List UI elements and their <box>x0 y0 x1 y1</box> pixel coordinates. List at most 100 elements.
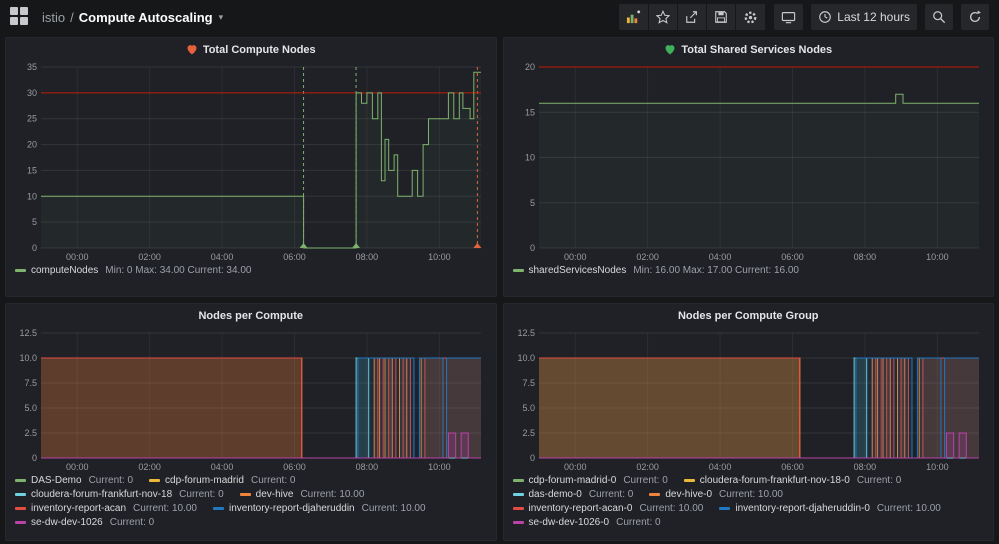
panel-title: Total Shared Services Nodes <box>681 44 832 56</box>
legend-stats: Current: 0 <box>857 475 901 486</box>
panel-title-bar[interactable]: Nodes per Compute <box>11 306 491 326</box>
legend-stats: Current: 0 <box>179 489 223 500</box>
svg-text:2.5: 2.5 <box>24 428 37 438</box>
dashboard-title: Compute Autoscaling <box>79 10 213 25</box>
panel-title: Total Compute Nodes <box>203 44 316 56</box>
refresh-button[interactable] <box>961 4 989 30</box>
legend-item[interactable]: inventory-report-djaheruddin Current: 10.… <box>213 502 426 516</box>
legend-item[interactable]: se-dw-dev-1026Current: 0 <box>15 516 154 530</box>
legend-item[interactable]: inventory-report-acan-0Current: 10.00 <box>513 502 704 516</box>
panel-nodes-per-compute-group: Nodes per Compute Group 02.55.07.510.012… <box>503 303 995 541</box>
legend-item[interactable]: sharedServicesNodesMin: 16.00 Max: 17.00… <box>513 264 799 278</box>
svg-text:00:00: 00:00 <box>66 252 89 262</box>
legend-alias: se-dw-dev-1026 <box>31 517 103 528</box>
legend-series-color-icon <box>15 521 26 524</box>
svg-text:04:00: 04:00 <box>211 252 234 262</box>
panel-title-bar[interactable]: Nodes per Compute Group <box>509 306 989 326</box>
legend-stats: Current: 0 <box>623 475 667 486</box>
cycle-view-button[interactable] <box>774 4 803 30</box>
svg-text:08:00: 08:00 <box>853 462 876 472</box>
svg-text:06:00: 06:00 <box>781 252 804 262</box>
dashboard-grid: Total Compute Nodes 0510152025303500:000… <box>0 34 999 544</box>
legend-item[interactable]: dev-hiveCurrent: 10.00 <box>240 488 365 502</box>
panel-title-bar[interactable]: Total Compute Nodes <box>11 40 491 60</box>
dashboard-actions-group <box>619 4 766 30</box>
svg-text:0: 0 <box>529 243 534 253</box>
legend-alias: sharedServicesNodes <box>529 265 627 276</box>
legend-alias: se-dw-dev-1026-0 <box>529 517 610 528</box>
svg-text:00:00: 00:00 <box>66 462 89 472</box>
svg-text:10:00: 10:00 <box>926 462 949 472</box>
legend-stats: Current: 10.00 <box>362 503 426 514</box>
legend-stats: Current: 10.00 <box>719 489 783 500</box>
legend-item[interactable]: se-dw-dev-1026-0Current: 0 <box>513 516 661 530</box>
heart-ok-icon <box>664 44 676 56</box>
legend-item[interactable]: computeNodesMin: 0 Max: 34.00 Current: 3… <box>15 264 251 278</box>
time-range-label: Last 12 hours <box>837 10 910 24</box>
legend-item[interactable]: cloudera-forum-frankfurt-nov-18 Current: … <box>15 488 224 502</box>
legend-alias: inventory-report-djaheruddin-0 <box>735 503 870 514</box>
legend-alias: cloudera-forum-frankfurt-nov-18-0 <box>700 475 850 486</box>
legend-alias: inventory-report-acan <box>31 503 126 514</box>
svg-text:04:00: 04:00 <box>708 462 731 472</box>
legend-alias: inventory-report-djaheruddin <box>229 503 355 514</box>
legend-item[interactable]: inventory-report-djaheruddin-0Current: 1… <box>719 502 940 516</box>
time-picker-button[interactable]: Last 12 hours <box>811 4 917 30</box>
svg-text:04:00: 04:00 <box>211 462 234 472</box>
svg-text:02:00: 02:00 <box>636 462 659 472</box>
svg-text:00:00: 00:00 <box>563 462 586 472</box>
svg-text:08:00: 08:00 <box>356 462 379 472</box>
legend-item[interactable]: dev-hive-0Current: 10.00 <box>649 488 783 502</box>
svg-text:35: 35 <box>27 62 37 72</box>
star-icon <box>656 10 670 24</box>
svg-text:5: 5 <box>529 198 534 208</box>
graph-canvas[interactable]: 0510152000:0002:0004:0006:0008:0010:00 <box>509 60 987 264</box>
svg-text:02:00: 02:00 <box>138 252 161 262</box>
legend-item[interactable]: cdp-forum-madrid-0Current: 0 <box>513 474 668 488</box>
share-button[interactable] <box>678 4 707 30</box>
panel-title-bar[interactable]: Total Shared Services Nodes <box>509 40 989 60</box>
dashboard-breadcrumb[interactable]: istio / Compute Autoscaling ▾ <box>42 10 223 25</box>
grafana-menu-icon[interactable] <box>10 7 30 27</box>
legend-item[interactable]: DAS-DemoCurrent: 0 <box>15 474 133 488</box>
legend-item[interactable]: cloudera-forum-frankfurt-nov-18-0 Current… <box>684 474 902 488</box>
svg-text:10: 10 <box>27 191 37 201</box>
legend-item[interactable]: cdp-forum-madrid Current: 0 <box>149 474 295 488</box>
legend-series-color-icon <box>513 507 524 510</box>
legend-alias: computeNodes <box>31 265 98 276</box>
legend: cdp-forum-madrid-0Current: 0 cloudera-for… <box>509 474 989 530</box>
legend-series-color-icon <box>513 479 524 482</box>
dashboard-app-name: istio <box>42 10 65 25</box>
svg-text:7.5: 7.5 <box>522 378 535 388</box>
svg-text:10.0: 10.0 <box>19 353 37 363</box>
legend-stats: Current: 0 <box>251 475 295 486</box>
legend-alias: cloudera-forum-frankfurt-nov-18 <box>31 489 172 500</box>
legend-series-color-icon <box>513 269 524 272</box>
legend-series-color-icon <box>513 493 524 496</box>
svg-text:10:00: 10:00 <box>428 462 451 472</box>
svg-text:0: 0 <box>529 453 534 463</box>
settings-button[interactable] <box>736 4 766 30</box>
graph-canvas[interactable]: 02.55.07.510.012.500:0002:0004:0006:0008… <box>11 326 489 474</box>
svg-text:10.0: 10.0 <box>517 353 535 363</box>
save-icon <box>714 10 728 24</box>
svg-text:10: 10 <box>524 153 534 163</box>
svg-text:15: 15 <box>27 165 37 175</box>
star-button[interactable] <box>649 4 678 30</box>
legend-stats: Current: 10.00 <box>639 503 703 514</box>
legend-alias: cdp-forum-madrid <box>165 475 244 486</box>
graph-canvas[interactable]: 02.55.07.510.012.500:0002:0004:0006:0008… <box>509 326 987 474</box>
add-panel-button[interactable] <box>619 4 649 30</box>
legend-stats: Current: 10.00 <box>133 503 197 514</box>
add-panel-icon <box>626 10 641 25</box>
search-button[interactable] <box>925 4 953 30</box>
legend-alias: dev-hive <box>256 489 294 500</box>
legend-item[interactable]: das-demo-0Current: 0 <box>513 488 634 502</box>
legend-series-color-icon <box>15 479 26 482</box>
save-button[interactable] <box>707 4 736 30</box>
panel-title: Nodes per Compute <box>198 310 303 322</box>
legend-series-color-icon <box>649 493 660 496</box>
graph-canvas[interactable]: 0510152025303500:0002:0004:0006:0008:001… <box>11 60 489 264</box>
svg-text:10:00: 10:00 <box>926 252 949 262</box>
legend-item[interactable]: inventory-report-acan Current: 10.00 <box>15 502 197 516</box>
